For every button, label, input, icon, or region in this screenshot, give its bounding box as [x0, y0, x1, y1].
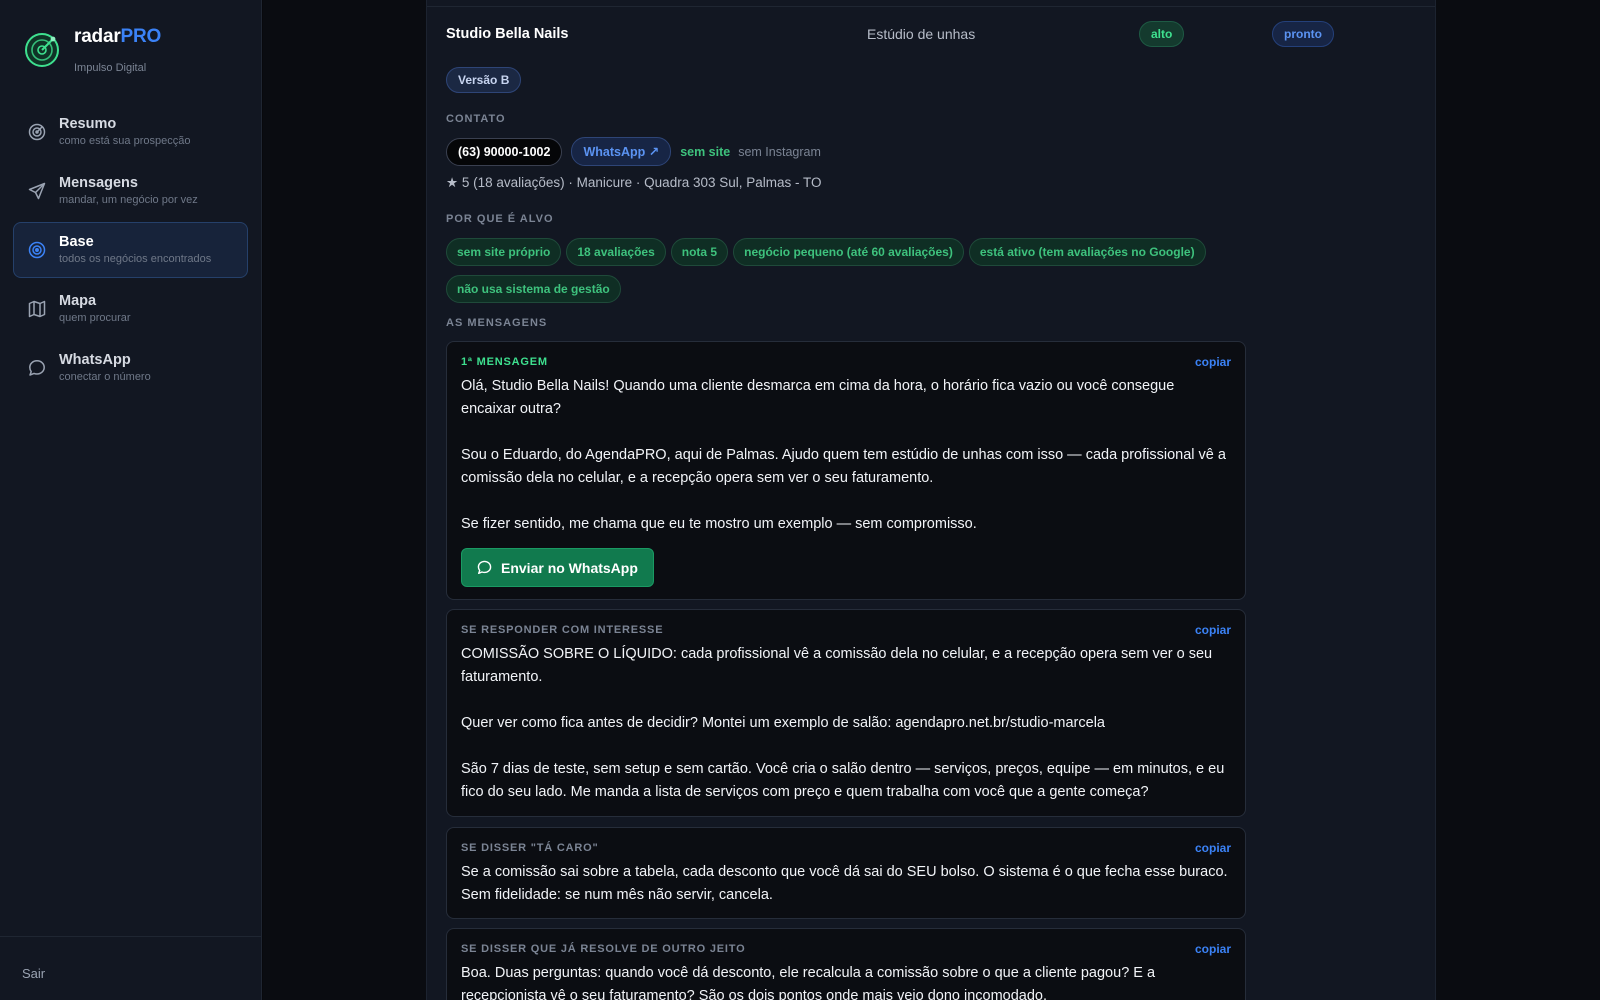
sidebar-item-resumo[interactable]: Resumo como está sua prospecção	[13, 104, 248, 160]
sidebar-item-label: Base	[59, 234, 94, 250]
send-whatsapp-label: Enviar no WhatsApp	[501, 559, 638, 576]
reason-tag: 18 avaliações	[566, 238, 666, 266]
reasons-section-label: POR QUE É ALVO	[446, 213, 554, 225]
message-body: Olá, Studio Bella Nails! Quando uma clie…	[461, 375, 1231, 536]
sidebar-item-subtitle: quem procurar	[59, 311, 131, 324]
instagram-status: sem Instagram	[738, 144, 821, 159]
sidebar-item-label: Resumo	[59, 116, 117, 132]
sidebar-item-mapa[interactable]: Mapa quem procurar	[13, 281, 248, 337]
site-status: sem site	[680, 144, 731, 159]
message-card-interest: SE RESPONDER COM INTERESSE copiar COMISS…	[446, 609, 1246, 817]
copy-button[interactable]: copiar	[1195, 942, 1231, 956]
reason-tag: está ativo (tem avaliações no Google)	[968, 238, 1206, 266]
message-title: SE RESPONDER COM INTERESSE	[461, 624, 664, 636]
business-category: Estúdio de unhas	[867, 26, 976, 42]
message-card-first: 1ª MENSAGEM copiar Olá, Studio Bella Nai…	[446, 341, 1246, 600]
whatsapp-link[interactable]: WhatsApp ↗	[571, 137, 672, 166]
brand-title: radarPRO	[74, 26, 162, 47]
business-row: Studio Bella Nails Estúdio de unhas alto…	[446, 21, 1426, 50]
message-title: SE DISSER "TÁ CARO"	[461, 842, 599, 854]
sidebar-item-mensagens[interactable]: Mensagens mandar, um negócio por vez	[13, 163, 248, 219]
messages-section-label: AS MENSAGENS	[446, 317, 548, 329]
message-body: COMISSÃO SOBRE O LÍQUIDO: cada profissio…	[461, 643, 1231, 804]
business-details: ★ 5 (18 avaliações) · Manicure · Quadra …	[446, 175, 822, 190]
phone-number: (63) 90000-1002	[446, 137, 563, 166]
message-card-expensive: SE DISSER "TÁ CARO" copiar Se a comissão…	[446, 827, 1246, 919]
map-icon	[28, 300, 46, 318]
copy-button[interactable]: copiar	[1195, 841, 1231, 855]
message-card-other-way: SE DISSER QUE JÁ RESOLVE DE OUTRO JEITO …	[446, 928, 1246, 1000]
message-title: 1ª MENSAGEM	[461, 356, 548, 368]
reason-tag: sem site próprio	[446, 238, 562, 266]
message-paragraph: Se a comissão sai sobre a tabela, cada d…	[461, 864, 1228, 903]
chat-icon	[477, 560, 492, 575]
sidebar: radarPRO Impulso Digital Resumo como est…	[0, 0, 262, 1000]
sidebar-item-base[interactable]: Base todos os negócios encontrados	[13, 222, 248, 278]
reason-tag: nota 5	[670, 238, 729, 266]
sidebar-item-subtitle: como está sua prospecção	[59, 134, 191, 147]
reason-tags: sem site próprio 18 avaliações nota 5 negóc…	[446, 238, 1246, 312]
message-paragraph: COMISSÃO SOBRE O LÍQUIDO: cada profissio…	[461, 646, 1213, 685]
message-paragraph: Olá, Studio Bella Nails! Quando uma clie…	[461, 378, 1175, 417]
sidebar-item-subtitle: conectar o número	[59, 370, 151, 383]
send-whatsapp-button[interactable]: Enviar no WhatsApp	[461, 548, 654, 587]
version-badge: Versão B	[446, 67, 522, 93]
priority-badge: alto	[1139, 21, 1185, 47]
send-icon	[28, 182, 46, 200]
sidebar-item-label: Mapa	[59, 293, 97, 309]
message-paragraph: Sou o Eduardo, do AgendaPRO, aqui de Pal…	[461, 447, 1226, 486]
status-badge: pronto	[1272, 21, 1334, 47]
sidebar-item-whatsapp[interactable]: WhatsApp conectar o número	[13, 340, 248, 396]
reason-tag: não usa sistema de gestão	[446, 275, 621, 303]
message-paragraph: Quer ver como fica antes de decidir? Mon…	[461, 715, 1105, 731]
message-body: Se a comissão sai sobre a tabela, cada d…	[461, 861, 1231, 907]
logout-button[interactable]: Sair	[22, 966, 45, 981]
message-title: SE DISSER QUE JÁ RESOLVE DE OUTRO JEITO	[461, 943, 746, 955]
sidebar-item-label: WhatsApp	[59, 352, 131, 368]
copy-button[interactable]: copiar	[1195, 355, 1231, 369]
contact-row: (63) 90000-1002 WhatsApp ↗ sem site sem …	[446, 137, 821, 166]
divider	[427, 6, 1435, 7]
brand: radarPRO Impulso Digital	[24, 26, 161, 74]
target-icon	[28, 123, 46, 141]
chat-icon	[29, 360, 45, 376]
sidebar-item-subtitle: todos os negócios encontrados	[59, 252, 212, 265]
sidebar-item-subtitle: mandar, um negócio por vez	[59, 193, 198, 206]
sidebar-nav: Resumo como está sua prospecção Mensagen…	[13, 104, 248, 399]
radar-logo-icon	[25, 33, 59, 67]
message-paragraph: Se fizer sentido, me chama que eu te mos…	[461, 516, 977, 532]
message-paragraph: Boa. Duas perguntas: quando você dá desc…	[461, 965, 1156, 1000]
message-body: Boa. Duas perguntas: quando você dá desc…	[461, 962, 1231, 1000]
sidebar-footer: Sair	[0, 936, 261, 1000]
message-paragraph: São 7 dias de teste, sem setup e sem car…	[461, 761, 1225, 800]
copy-button[interactable]: copiar	[1195, 623, 1231, 637]
sidebar-item-label: Mensagens	[59, 175, 138, 191]
reason-tag: negócio pequeno (até 60 avaliações)	[733, 238, 964, 266]
brand-subtitle: Impulso Digital	[74, 62, 147, 74]
contact-section-label: CONTATO	[446, 113, 506, 125]
business-detail-card: Studio Bella Nails Estúdio de unhas alto…	[426, 0, 1436, 1000]
radar-icon	[28, 241, 46, 259]
business-name: Studio Bella Nails	[446, 26, 569, 42]
